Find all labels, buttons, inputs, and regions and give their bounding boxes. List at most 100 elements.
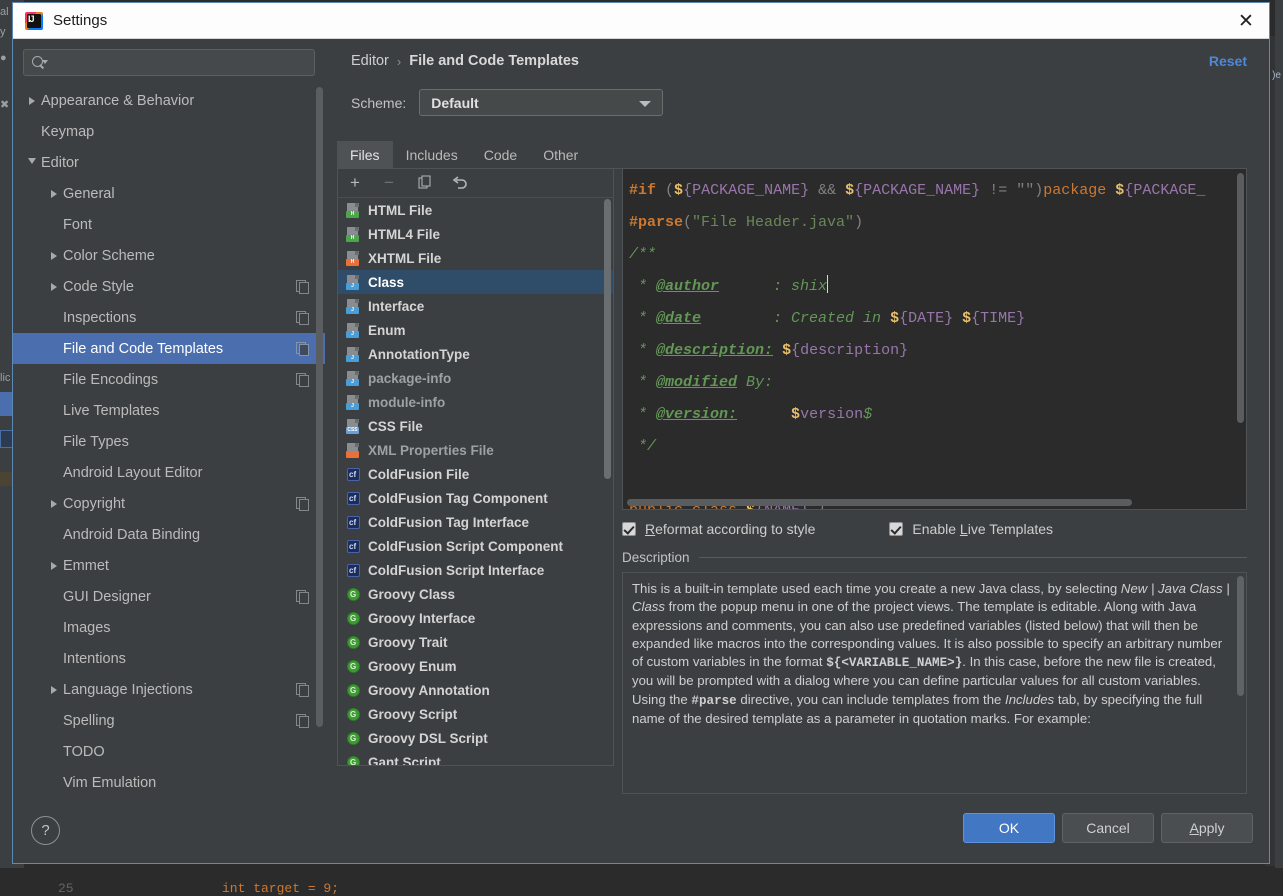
breadcrumb-parent[interactable]: Editor [351,53,389,69]
sidebar-item-inspections[interactable]: Inspections [13,302,325,333]
tab-includes[interactable]: Includes [393,141,471,168]
template-item[interactable]: H HTML File [338,198,613,222]
template-tabs[interactable]: Files Includes Code Other [337,140,1247,169]
template-list-scrollbar[interactable] [604,199,611,763]
template-item-label: Gant Script [368,754,441,766]
template-item-label: HTML File [368,202,433,218]
dialog-title: Settings [53,12,108,29]
template-item[interactable]: H HTML4 File [338,222,613,246]
sidebar-item-keymap[interactable]: Keymap [13,116,325,147]
chevron-right-icon[interactable] [45,282,63,291]
template-item[interactable]: G Groovy Annotation [338,678,613,702]
reformat-checkbox-label[interactable]: Reformat according to style [645,521,815,537]
template-item[interactable]: cf ColdFusion Script Interface [338,558,613,582]
sidebar-item-language-injections[interactable]: Language Injections [13,674,325,705]
template-item[interactable]: J Class [338,270,613,294]
sidebar-item-editor[interactable]: Editor [13,147,325,178]
breadcrumb: Editor › File and Code Templates [351,53,579,69]
editor-vertical-scrollbar[interactable] [1237,173,1244,423]
chevron-right-icon[interactable] [45,499,63,508]
template-item[interactable]: XML Properties File [338,438,613,462]
sidebar-item-color-scheme[interactable]: Color Scheme [13,240,325,271]
sidebar-item-live-templates[interactable]: Live Templates [13,395,325,426]
template-item[interactable]: J Enum [338,318,613,342]
sidebar-item-file-types[interactable]: File Types [13,426,325,457]
template-item[interactable]: H XHTML File [338,246,613,270]
template-item[interactable]: cf ColdFusion Tag Component [338,486,613,510]
sidebar-item-spelling[interactable]: Spelling [13,705,325,736]
chevron-right-icon[interactable] [45,251,63,260]
sidebar-item-gui-designer[interactable]: GUI Designer [13,581,325,612]
template-item[interactable]: cf ColdFusion Script Component [338,534,613,558]
scheme-select[interactable]: Default [419,89,664,116]
apply-button[interactable]: Apply [1161,813,1253,843]
sidebar-item-code-style[interactable]: Code Style [13,271,325,302]
template-item[interactable]: J AnnotationType [338,342,613,366]
dialog-titlebar: IJ Settings ✕ [13,3,1269,39]
template-item[interactable]: Jmodule-info [338,390,613,414]
help-button[interactable]: ? [31,816,60,845]
close-icon[interactable]: ✕ [1223,3,1269,39]
sidebar-item-android-layout-editor[interactable]: Android Layout Editor [13,457,325,488]
sidebar-item-todo[interactable]: TODO [13,736,325,767]
tab-code[interactable]: Code [471,141,530,168]
sidebar-item-file-and-code-templates[interactable]: File and Code Templates [13,333,325,364]
chevron-right-icon[interactable] [45,561,63,570]
plus-icon[interactable]: + [350,174,366,191]
live-templates-checkbox-label[interactable]: Enable Live Templates [912,521,1053,537]
sidebar-item-vim-emulation[interactable]: Vim Emulation [13,767,325,798]
sidebar-item-label: Language Injections [63,681,193,698]
template-item[interactable]: J Interface [338,294,613,318]
groovy-icon: G [346,587,361,602]
sidebar-item-appearance-behavior[interactable]: Appearance & Behavior [13,85,325,116]
sidebar-item-intentions[interactable]: Intentions [13,643,325,674]
template-item[interactable]: G Gant Script [338,750,613,765]
template-code[interactable]: #if (${PACKAGE_NAME} && ${PACKAGE_NAME} … [629,175,1236,509]
undo-icon[interactable] [452,175,468,191]
chevron-right-icon[interactable] [23,96,41,105]
scheme-row: Scheme: Default [351,89,664,116]
description-scrollbar[interactable] [1237,576,1244,696]
template-editor[interactable]: #if (${PACKAGE_NAME} && ${PACKAGE_NAME} … [622,168,1247,510]
apply-rest: pply [1198,820,1225,836]
reformat-checkbox[interactable] [622,522,636,536]
search-input[interactable] [46,54,314,71]
template-item[interactable]: cf ColdFusion File [338,462,613,486]
description-box: This is a built-in template used each ti… [622,572,1247,794]
cancel-button[interactable]: Cancel [1062,813,1154,843]
template-item[interactable]: G Groovy Class [338,582,613,606]
sidebar-item-copyright[interactable]: Copyright [13,488,325,519]
sidebar-item-emmet[interactable]: Emmet [13,550,325,581]
template-item[interactable]: G Groovy Trait [338,630,613,654]
template-item[interactable]: G Groovy Interface [338,606,613,630]
editor-horizontal-scrollbar[interactable] [627,499,1132,506]
sidebar-item-images[interactable]: Images [13,612,325,643]
sidebar-item-file-encodings[interactable]: File Encodings [13,364,325,395]
sidebar-item-general[interactable]: General [13,178,325,209]
tab-other[interactable]: Other [530,141,591,168]
sidebar-item-label: Intentions [63,650,126,667]
settings-tree[interactable]: Appearance & Behavior Keymap Editor General… [13,85,325,800]
ok-button[interactable]: OK [963,813,1055,843]
template-item[interactable]: G Groovy Enum [338,654,613,678]
sidebar-item-android-data-binding[interactable]: Android Data Binding [13,519,325,550]
template-item[interactable]: G Groovy DSL Script [338,726,613,750]
sidebar-scrollbar[interactable] [316,87,323,760]
reset-link[interactable]: Reset [1209,53,1247,69]
search-box[interactable] [23,49,315,76]
tab-files[interactable]: Files [337,141,393,168]
template-item-label: ColdFusion Script Component [368,538,563,554]
chevron-right-icon[interactable] [45,685,63,694]
chevron-right-icon[interactable] [45,189,63,198]
live-templates-checkbox[interactable] [889,522,904,536]
template-item[interactable]: Jpackage-info [338,366,613,390]
template-item[interactable]: G Groovy Script [338,702,613,726]
chevron-down-icon[interactable] [23,157,41,168]
template-item[interactable]: cf ColdFusion Tag Interface [338,510,613,534]
sidebar-item-font[interactable]: Font [13,209,325,240]
copy-icon[interactable] [418,175,434,191]
template-item[interactable]: CSS CSS File [338,414,613,438]
sidebar-item-label: Color Scheme [63,247,155,264]
groovy-icon: G [346,707,361,722]
template-list[interactable]: H HTML File H HTML4 File H XHTML File J Class J I… [338,198,613,765]
